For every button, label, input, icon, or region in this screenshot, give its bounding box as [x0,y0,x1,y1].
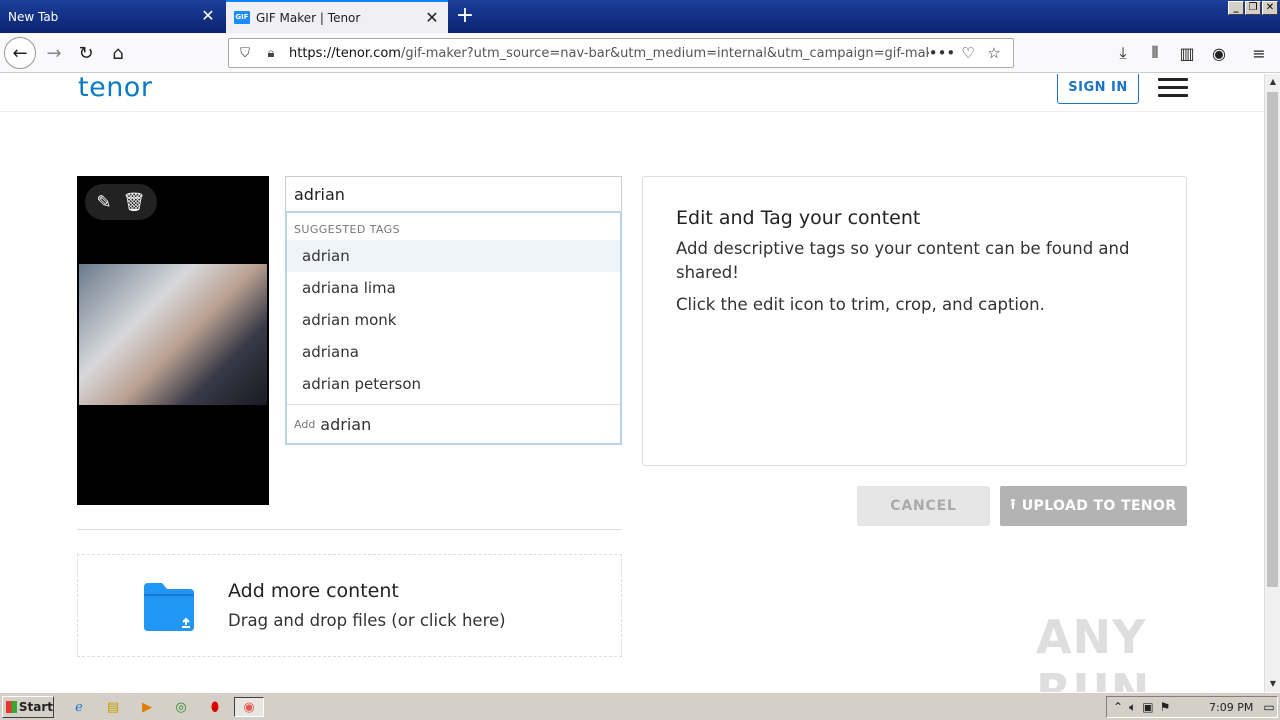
restore-button[interactable]: ❐ [1245,1,1261,15]
page-content: tenor SIGN IN ✎ 🗑︎ adrian SUGGESTED TAGS… [0,74,1264,692]
opera-icon[interactable]: ⬮ [204,697,226,717]
close-icon[interactable]: ✕ [424,10,440,26]
shield-icon[interactable]: ⛉ [235,43,255,63]
url-host: https://tenor.com [289,45,401,61]
window-controls: _ ❐ ✕ [1228,1,1278,15]
clock: 7:09 PM [1209,700,1254,714]
add-more-dropzone[interactable]: Add more content Drag and drop files (or… [77,554,622,657]
firefox-icon[interactable]: ◉ [234,697,264,717]
media-preview: ✎ 🗑︎ [77,176,269,505]
bookmark-star-icon[interactable]: ☆ [981,40,1007,66]
suggestion-item[interactable]: adrian [287,240,620,272]
library-icon[interactable]: ⫴ [1142,39,1168,67]
show-desktop-icon[interactable]: ▭ [1263,700,1274,714]
add-more-subtitle: Drag and drop files (or click here) [228,611,506,630]
ie-icon[interactable]: ℯ [68,697,90,717]
suggestion-item[interactable]: adrian peterson [287,368,620,400]
anyrun-watermark: ANY RUN [1036,610,1151,692]
scroll-up-icon[interactable]: ▲ [1265,74,1280,90]
media-tools: ✎ 🗑︎ [85,184,157,220]
toolbar-icons: ⤓ ⫴ ▥ ◉ ≡ [1110,39,1272,67]
add-more-title: Add more content [228,580,399,602]
forward-arrow-icon[interactable]: → [38,37,70,69]
pencil-edit-icon[interactable]: ✎ [97,192,112,213]
tab-label: GIF Maker | Tenor [256,10,361,25]
url-text[interactable]: https://tenor.com/gif-maker?utm_source=n… [289,46,929,61]
volume-icon[interactable]: 🔈︎ [1129,700,1136,715]
lock-icon[interactable]: 🔒︎ [261,43,281,63]
close-window-button[interactable]: ✕ [1262,1,1278,15]
suggestion-item[interactable]: adriana [287,336,620,368]
suggestion-item[interactable]: adriana lima [287,272,620,304]
info-panel: Edit and Tag your content Add descriptiv… [642,176,1187,466]
divider [77,529,622,530]
video-thumbnail [79,264,267,405]
tag-input[interactable]: adrian [285,176,622,212]
browser-tab-bar: New Tab ✕ GIF GIF Maker | Tenor ✕ + _ ❐ … [0,0,1280,33]
flag-icon[interactable]: ⚑ [1160,700,1171,715]
url-path: /gif-maker?utm_source=nav-bar&utm_medium… [400,45,929,61]
browser-nav-bar: ← → ↻ ⌂ ⛉ 🔒︎ https://tenor.com/gif-maker… [0,33,1280,73]
new-tab-plus-icon[interactable]: + [452,4,478,30]
start-label: Start [18,700,53,714]
sidebar-icon[interactable]: ▥ [1174,39,1200,67]
minimize-button[interactable]: _ [1228,1,1244,15]
hamburger-menu-icon[interactable] [1158,78,1188,98]
upload-label: UPLOAD TO TENOR [1021,498,1177,514]
download-icon[interactable]: ⤓ [1110,39,1136,67]
cancel-button[interactable]: CANCEL [857,486,990,526]
windows-flag-icon [6,701,17,713]
scroll-down-icon[interactable]: ▼ [1265,676,1280,692]
info-line-2: Click the edit icon to trim, crop, and c… [676,295,1045,314]
back-arrow-icon[interactable]: ← [4,37,36,69]
suggested-tags-heading: SUGGESTED TAGS [294,223,400,236]
upload-button[interactable]: ⭱ UPLOAD TO TENOR [1000,486,1187,526]
tab-new-tab[interactable]: New Tab ✕ [0,0,224,33]
tab-gif-maker[interactable]: GIF GIF Maker | Tenor ✕ [226,0,448,33]
home-icon[interactable]: ⌂ [102,37,134,69]
info-line-1: Add descriptive tags so your content can… [676,239,1130,282]
system-tray: ⌃ 🔈︎ ▣ ⚑ 7:09 PM ▭ [1106,696,1278,718]
windows-taskbar: Start ℯ ▤ ▶ ◎ ⬮ ◉ ⌃ 🔈︎ ▣ ⚑ 7:09 PM ▭ [0,692,1280,720]
scroll-thumb[interactable] [1267,92,1278,587]
network-icon[interactable]: ▣ [1142,700,1153,715]
sign-in-button[interactable]: SIGN IN [1057,74,1139,104]
close-icon[interactable]: ✕ [200,8,216,24]
tag-suggestions-dropdown: SUGGESTED TAGS adrian adriana lima adria… [285,211,622,445]
start-button[interactable]: Start [2,696,54,718]
tenor-favicon-icon: GIF [234,11,250,24]
reload-icon[interactable]: ↻ [70,37,102,69]
url-bar[interactable]: ⛉ 🔒︎ https://tenor.com/gif-maker?utm_sou… [228,38,1014,68]
suggestion-item[interactable]: adrian monk [287,304,620,336]
site-header: tenor SIGN IN [0,74,1264,112]
pocket-icon[interactable]: ♡ [955,40,981,66]
chrome-icon[interactable]: ◎ [170,697,192,717]
media-player-icon[interactable]: ▶ [136,697,158,717]
explorer-folder-icon[interactable]: ▤ [102,697,124,717]
account-icon[interactable]: ◉ [1206,39,1232,67]
menu-icon[interactable]: ≡ [1246,39,1272,67]
folder-upload-icon [144,583,194,631]
info-title: Edit and Tag your content [676,207,921,229]
add-prefix: Add [294,417,316,431]
add-tag-option[interactable]: Add adrian [287,404,620,443]
tenor-logo[interactable]: tenor [78,74,152,103]
more-actions-icon[interactable]: ••• [929,40,956,66]
add-tag-value: adrian [320,414,372,434]
tab-label: New Tab [8,9,59,24]
page-scrollbar[interactable]: ▲ ▼ [1264,74,1280,692]
tray-expand-icon[interactable]: ⌃ [1113,700,1123,715]
trash-icon[interactable]: 🗑︎ [123,192,146,213]
upload-icon: ⭱ [1010,497,1016,513]
